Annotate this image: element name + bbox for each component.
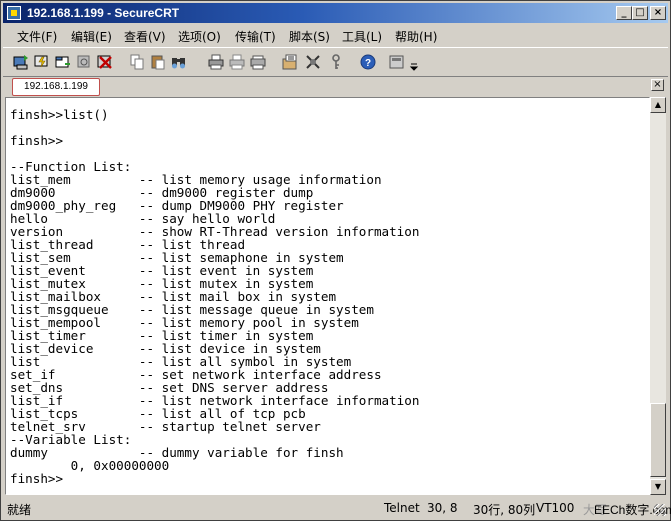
disconnect-icon[interactable]: [96, 53, 114, 71]
status-ready: 就绪: [7, 503, 32, 517]
menu-help[interactable]: 帮助(H): [395, 28, 437, 45]
menu-view[interactable]: 查看(V): [124, 28, 166, 45]
status-bar: 就绪 Telnet 30, 8 30行, 80列 VT100 大写 EECh数字…: [3, 498, 671, 518]
print-selection-icon[interactable]: [228, 53, 246, 71]
maximize-button[interactable]: □: [632, 6, 648, 20]
terminal-text: finsh>>list() finsh>> --Function List: l…: [10, 107, 420, 486]
print-setup-icon[interactable]: [249, 53, 267, 71]
window-title: 192.168.1.199 - SecureCRT: [27, 6, 180, 20]
tab-close-icon[interactable]: ×: [651, 79, 664, 91]
connect-icon[interactable]: [12, 53, 30, 71]
scroll-up-arrow-icon[interactable]: ▲: [650, 97, 666, 113]
menu-options[interactable]: 选项(O): [178, 28, 221, 45]
paste-icon[interactable]: [149, 53, 167, 71]
svg-text:?: ?: [365, 58, 371, 69]
sftp-icon[interactable]: [388, 53, 406, 71]
key-icon[interactable]: [327, 53, 345, 71]
vertical-scrollbar[interactable]: ▲ ▼: [650, 97, 666, 495]
minimize-button[interactable]: _: [616, 6, 632, 20]
menu-tools[interactable]: 工具(L): [342, 28, 382, 45]
toolbar: ?: [3, 47, 668, 77]
menu-script[interactable]: 脚本(S): [289, 28, 330, 45]
menu-edit[interactable]: 编辑(E): [71, 28, 112, 45]
status-protocol: Telnet: [384, 501, 420, 515]
title-bar: 192.168.1.199 - SecureCRT _ □ ×: [3, 3, 668, 23]
help-icon[interactable]: ?: [359, 53, 377, 71]
session-tab-strip: 192.168.1.199 ×: [3, 75, 668, 97]
resize-grip-icon[interactable]: [654, 504, 666, 516]
print-icon[interactable]: [207, 53, 225, 71]
menu-transfer[interactable]: 传输(T): [235, 28, 276, 45]
menu-file[interactable]: 文件(F): [17, 28, 57, 45]
securecrt-app-icon: [7, 6, 21, 20]
global-options-icon[interactable]: [304, 53, 322, 71]
status-emulation: VT100: [536, 501, 575, 515]
toolbar-overflow-icon[interactable]: [409, 57, 419, 75]
scroll-down-arrow-icon[interactable]: ▼: [650, 479, 666, 495]
reconnect-icon[interactable]: [75, 53, 93, 71]
find-icon[interactable]: [170, 53, 188, 71]
close-button[interactable]: ×: [650, 6, 666, 20]
session-options-icon[interactable]: [281, 53, 299, 71]
terminal-output[interactable]: finsh>>list() finsh>> --Function List: l…: [5, 97, 650, 495]
securecrt-window: 192.168.1.199 - SecureCRT _ □ × 文件(F) 编辑…: [0, 0, 671, 521]
copy-icon[interactable]: [128, 53, 146, 71]
menu-bar: 文件(F) 编辑(E) 查看(V) 选项(O) 传输(T) 脚本(S) 工具(L…: [3, 25, 668, 45]
status-cursor: 30, 8: [427, 501, 458, 515]
scroll-thumb[interactable]: [650, 403, 666, 477]
quick-connect-icon[interactable]: [33, 53, 51, 71]
status-size: 30行, 80列: [473, 503, 536, 517]
session-tab[interactable]: 192.168.1.199: [12, 78, 100, 96]
connect-tab-icon[interactable]: [54, 53, 72, 71]
